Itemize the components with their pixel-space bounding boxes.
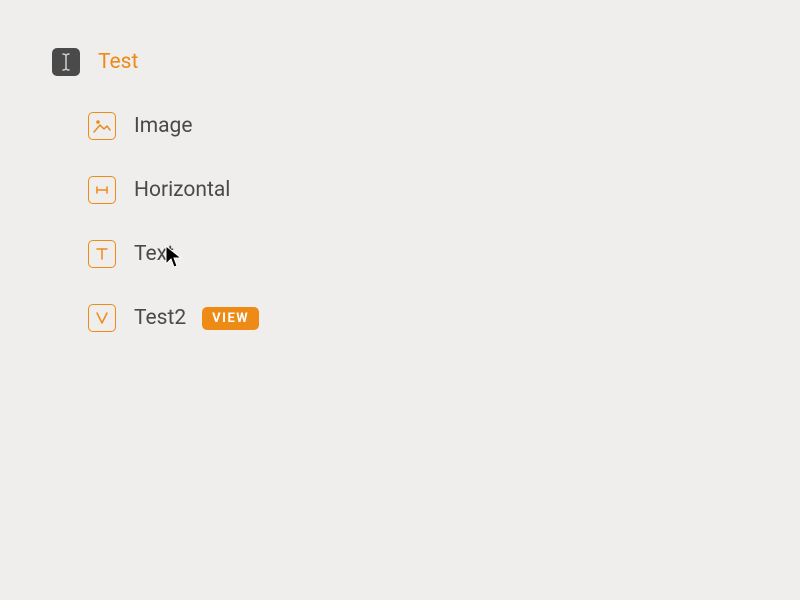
text-cursor-icon <box>52 48 80 76</box>
tree-item-label: Text <box>134 242 174 266</box>
tree-item-image[interactable]: Image <box>88 94 800 158</box>
view-icon <box>88 304 116 332</box>
tree-item-label: Horizontal <box>134 178 230 202</box>
tree-root[interactable]: Test <box>52 30 800 94</box>
horizontal-icon <box>88 176 116 204</box>
tree-item-test2[interactable]: Test2 VIEW <box>88 286 800 350</box>
image-icon <box>88 112 116 140</box>
tree-root-label: Test <box>98 50 138 74</box>
tree-item-text[interactable]: Text <box>88 222 800 286</box>
tree-item-horizontal[interactable]: Horizontal <box>88 158 800 222</box>
text-icon <box>88 240 116 268</box>
tree-item-label: Test2 <box>134 306 186 330</box>
view-badge: VIEW <box>202 307 259 330</box>
tree-item-label: Image <box>134 114 192 138</box>
component-tree: Test Image Horizontal Text <box>0 0 800 350</box>
